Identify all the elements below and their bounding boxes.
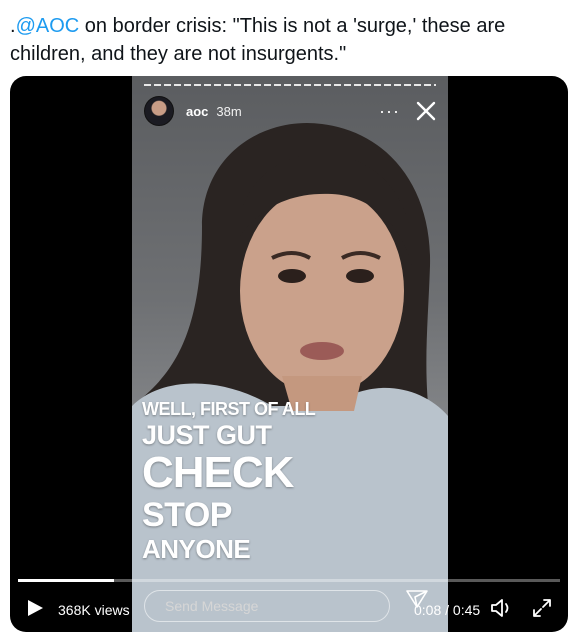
player-controls: 368K views Send Message 0:08 / 0:45 [10,590,568,626]
current-time: 0:08 [414,602,442,618]
expand-icon[interactable] [532,598,552,618]
caption-line: ANYONE [142,534,251,564]
caption-line: WELL, FIRST OF ALL [142,399,316,419]
send-message-input[interactable]: Send Message [144,590,390,622]
caption-line: STOP [142,496,232,534]
play-icon[interactable] [26,599,44,617]
duration: 0:45 [452,602,481,618]
time-separator: / [441,602,453,618]
scrubber-progress [18,579,115,582]
view-count: 368K views [58,602,130,618]
caption-line: CHECK [142,448,294,497]
story-caption: WELL, FIRST OF ALL JUST GUT CHECK STOP A… [142,398,316,564]
mention-link[interactable]: @AOC [16,15,80,37]
video-player[interactable]: aoc 38m ··· WELL, FIRST OF ALL JUST GUT … [10,76,568,632]
time-readout: 0:08 / 0:45 [414,602,480,618]
caption-line: JUST GUT [142,420,272,450]
volume-icon[interactable] [490,597,514,619]
story-frame: aoc 38m ··· WELL, FIRST OF ALL JUST GUT … [132,76,448,632]
tweet-body: on border crisis: "This is not a 'surge,… [10,15,506,65]
video-scrubber[interactable] [18,579,560,582]
tweet-text: .@AOC on border crisis: "This is not a '… [10,12,570,68]
